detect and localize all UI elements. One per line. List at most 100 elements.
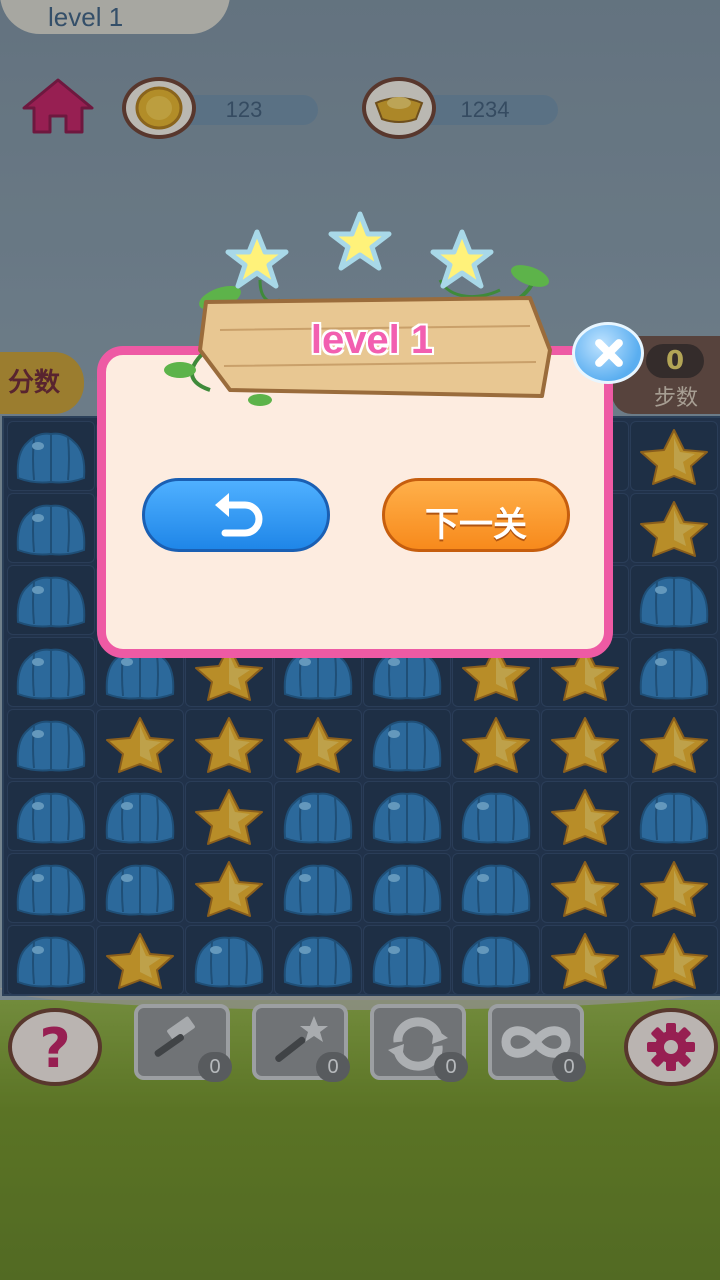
board-cell[interactable] [274,709,362,779]
star-jelly-icon [551,933,619,989]
board-cell[interactable] [96,781,184,851]
blue-jelly-icon [372,864,442,916]
board-cell[interactable] [541,781,629,851]
blue-jelly-icon [16,432,86,484]
board-cell[interactable] [185,781,273,851]
blue-jelly-icon [16,792,86,844]
blue-jelly-icon [16,936,86,988]
blue-jelly-icon [283,792,353,844]
board-cell[interactable] [452,853,540,923]
tool-shuffle[interactable]: 0 [370,1004,468,1082]
board-cell[interactable] [7,421,95,491]
board-cell[interactable] [363,709,451,779]
board-cell[interactable] [274,853,362,923]
replay-button[interactable] [142,478,330,552]
board-cell[interactable] [541,925,629,995]
score-label: 分数 [8,368,61,398]
board-cell[interactable] [96,709,184,779]
tool-count: 0 [434,1052,468,1082]
blue-jelly-icon [461,792,531,844]
star-jelly-icon [195,717,263,773]
blue-jelly-icon [372,792,442,844]
board-cell[interactable] [363,925,451,995]
star-jelly-icon [551,861,619,917]
help-button[interactable]: ? [8,1008,102,1086]
board-cell[interactable] [541,853,629,923]
board-cell[interactable] [96,925,184,995]
star-jelly-icon [106,933,174,989]
level-sign [164,211,552,406]
blue-jelly-icon [16,504,86,556]
blue-jelly-icon [372,720,442,772]
home-icon[interactable] [20,76,96,136]
next-level-button[interactable]: 下一关 [382,478,570,552]
board-cell[interactable] [7,853,95,923]
board-cell[interactable] [7,709,95,779]
gold-ingot-icon [374,97,424,123]
board-cell[interactable] [452,925,540,995]
board-cell[interactable] [630,709,718,779]
star-jelly-icon [640,933,708,989]
star-jelly-icon [551,789,619,845]
star-jelly-icon [195,789,263,845]
star-jelly-icon [462,717,530,773]
star-jelly-icon [106,717,174,773]
question-icon: ? [39,1017,70,1080]
blue-jelly-icon [16,648,86,700]
level-tab-label: level 1 [48,2,124,32]
next-level-label: 下一关 [425,505,527,545]
tool-count: 0 [316,1052,350,1082]
board-cell[interactable] [274,781,362,851]
tool-infinity[interactable]: 0 [488,1004,586,1082]
star-jelly-icon [640,429,708,485]
board-cell[interactable] [274,925,362,995]
board-cell[interactable] [630,637,718,707]
blue-jelly-icon [639,792,709,844]
dialog-title: level 1 [310,318,434,362]
svg-text:?: ? [39,1017,70,1080]
coin-icon-frame [122,77,196,139]
board-cell[interactable] [7,565,95,635]
settings-button[interactable] [624,1008,718,1086]
board-cell[interactable] [630,493,718,563]
coin-icon [135,86,183,130]
blue-jelly-icon [105,792,175,844]
board-cell[interactable] [541,709,629,779]
board-cell[interactable] [630,925,718,995]
board-cell[interactable] [363,781,451,851]
board-cell[interactable] [363,853,451,923]
board-cell[interactable] [452,709,540,779]
tool-magic-wand[interactable]: 0 [252,1004,350,1082]
star-jelly-icon [640,501,708,557]
blue-jelly-icon [372,936,442,988]
close-button[interactable] [572,322,644,384]
star-jelly-icon [551,717,619,773]
blue-jelly-icon [16,864,86,916]
blue-jelly-icon [16,576,86,628]
board-cell[interactable] [185,925,273,995]
star-jelly-icon [195,861,263,917]
level-tab: level 1 [0,0,230,34]
board-cell[interactable] [7,925,95,995]
blue-jelly-icon [194,936,264,988]
board-cell[interactable] [630,853,718,923]
board-cell[interactable] [7,637,95,707]
board-cell[interactable] [630,565,718,635]
board-cell[interactable] [96,853,184,923]
board-cell[interactable] [630,421,718,491]
board-cell[interactable] [7,781,95,851]
tool-count: 0 [198,1052,232,1082]
blue-jelly-icon [461,936,531,988]
board-cell[interactable] [7,493,95,563]
score-panel: 分数 [0,352,84,414]
blue-jelly-icon [283,864,353,916]
board-cell[interactable] [452,781,540,851]
board-cell[interactable] [185,709,273,779]
board-cell[interactable] [630,781,718,851]
replay-icon [215,493,263,537]
board-cell[interactable] [185,853,273,923]
tool-hammer[interactable]: 0 [134,1004,232,1082]
ingot-icon-frame [362,77,436,139]
grass-ground [0,988,720,1280]
blue-jelly-icon [461,864,531,916]
